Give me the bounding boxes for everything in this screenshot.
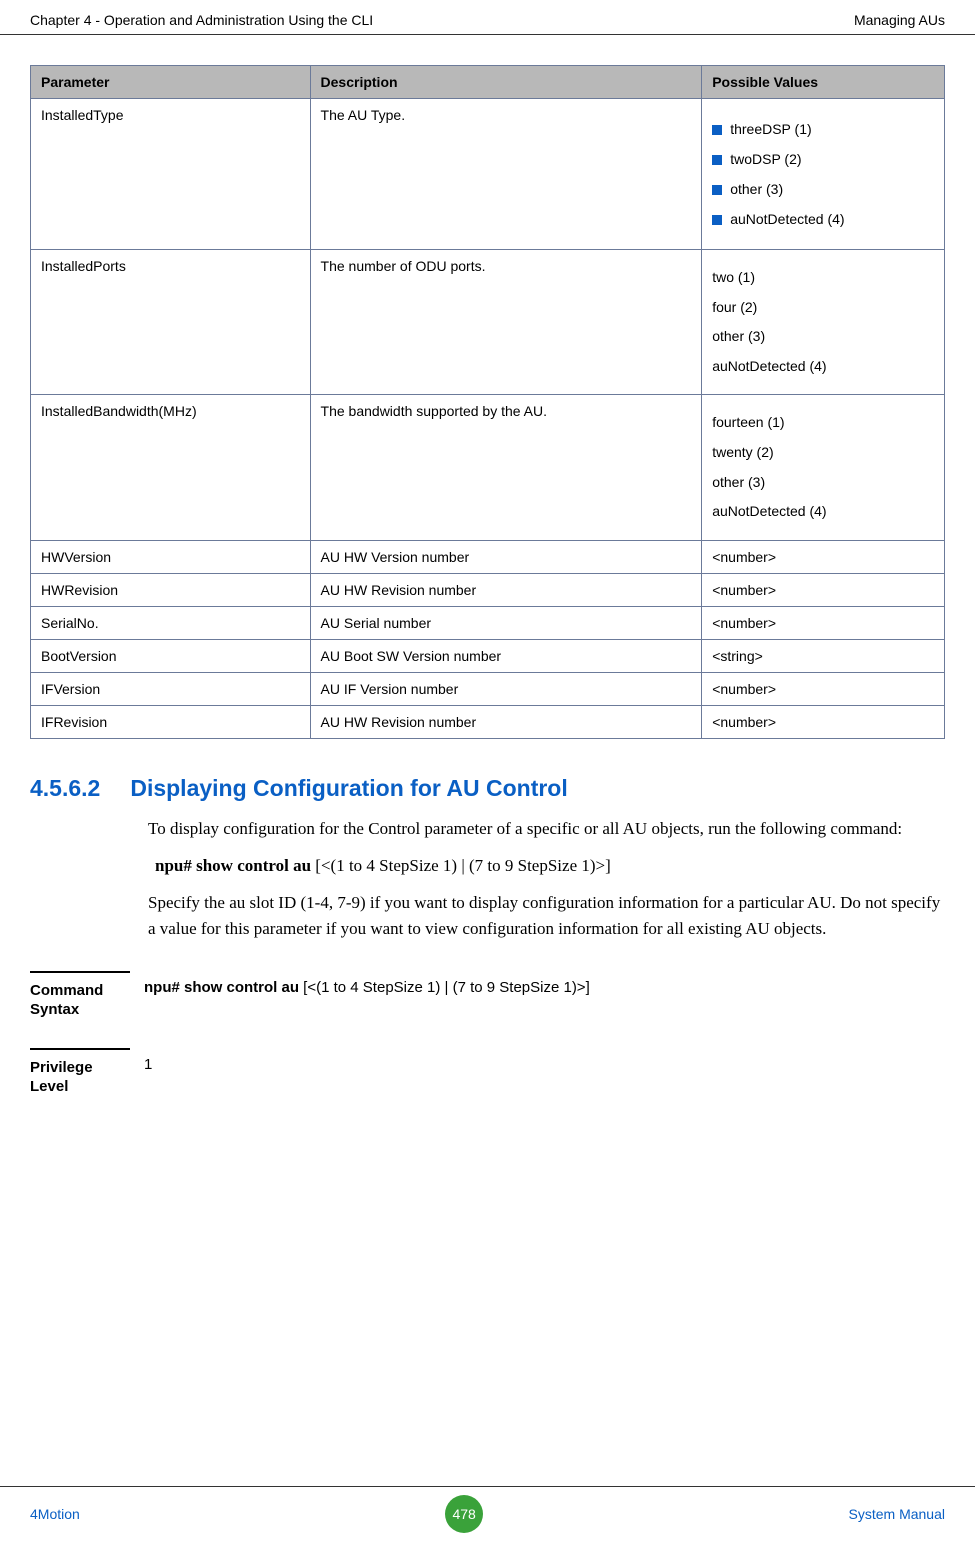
parameter-table: Parameter Description Possible Values In…	[30, 65, 945, 739]
cell-param: SerialNo.	[31, 606, 311, 639]
cell-values: two (1) four (2) other (3) auNotDetected…	[702, 250, 945, 395]
cell-values: <number>	[702, 540, 945, 573]
section-paragraph: Specify the au slot ID (1-4, 7-9) if you…	[148, 890, 945, 943]
value-item: twenty (2)	[712, 443, 934, 463]
block-value: npu# show control au [<(1 to 4 StepSize …	[144, 971, 945, 996]
table-row: InstalledType The AU Type. threeDSP (1) …	[31, 99, 945, 250]
cell-desc: AU HW Revision number	[310, 705, 702, 738]
block-value: 1	[144, 1048, 945, 1073]
command-syntax-block: Command Syntax npu# show control au [<(1…	[30, 971, 945, 1020]
command-bold: npu# show control au	[155, 856, 311, 875]
cell-desc: The number of ODU ports.	[310, 250, 702, 395]
section-number: 4.5.6.2	[30, 775, 100, 802]
section-title: Displaying Configuration for AU Control	[130, 775, 567, 802]
footer-right: System Manual	[849, 1506, 945, 1522]
block-label-col: Command Syntax	[30, 971, 130, 1020]
table-row: IFVersion AU IF Version number <number>	[31, 672, 945, 705]
cell-param: InstalledBandwidth(MHz)	[31, 395, 311, 540]
page-number: 478	[445, 1495, 483, 1533]
footer-left: 4Motion	[30, 1506, 80, 1522]
cell-values: threeDSP (1) twoDSP (2) other (3) auNotD…	[702, 99, 945, 250]
cell-desc: AU IF Version number	[310, 672, 702, 705]
cell-param: BootVersion	[31, 639, 311, 672]
table-header-row: Parameter Description Possible Values	[31, 66, 945, 99]
privilege-level-block: Privilege Level 1	[30, 1048, 945, 1097]
section-paragraph: To display configuration for the Control…	[148, 816, 945, 842]
cell-param: InstalledType	[31, 99, 311, 250]
col-description: Description	[310, 66, 702, 99]
cell-desc: AU Boot SW Version number	[310, 639, 702, 672]
block-label-col: Privilege Level	[30, 1048, 130, 1097]
value-item: other (3)	[730, 181, 783, 197]
block-label: Command	[30, 981, 130, 1001]
cell-param: HWVersion	[31, 540, 311, 573]
cell-desc: AU HW Version number	[310, 540, 702, 573]
cell-values: <number>	[702, 606, 945, 639]
syntax-bold: npu# show control au	[144, 979, 299, 996]
header-right: Managing AUs	[854, 12, 945, 28]
page-header: Chapter 4 - Operation and Administration…	[0, 0, 975, 35]
table-row: HWRevision AU HW Revision number <number…	[31, 573, 945, 606]
square-bullet-icon	[712, 215, 722, 225]
value-item: four (2)	[712, 298, 934, 318]
cell-values: <number>	[702, 672, 945, 705]
cell-values: <number>	[702, 573, 945, 606]
value-item: other (3)	[712, 473, 934, 493]
square-bullet-icon	[712, 125, 722, 135]
col-parameter: Parameter	[31, 66, 311, 99]
value-item: auNotDetected (4)	[712, 502, 934, 522]
value-item: two (1)	[712, 268, 934, 288]
command-rest: [<(1 to 4 StepSize 1) | (7 to 9 StepSize…	[311, 856, 611, 875]
cell-param: HWRevision	[31, 573, 311, 606]
cell-values: fourteen (1) twenty (2) other (3) auNotD…	[702, 395, 945, 540]
table-row: BootVersion AU Boot SW Version number <s…	[31, 639, 945, 672]
page-footer: 4Motion 478 System Manual	[0, 1486, 975, 1533]
cell-desc: AU Serial number	[310, 606, 702, 639]
value-item: twoDSP (2)	[730, 151, 801, 167]
table-row: HWVersion AU HW Version number <number>	[31, 540, 945, 573]
block-label: Privilege	[30, 1058, 130, 1078]
block-label: Level	[30, 1077, 130, 1097]
cell-param: InstalledPorts	[31, 250, 311, 395]
table-row: SerialNo. AU Serial number <number>	[31, 606, 945, 639]
block-label: Syntax	[30, 1000, 130, 1020]
syntax-rest: [<(1 to 4 StepSize 1) | (7 to 9 StepSize…	[299, 979, 590, 996]
value-item: other (3)	[712, 327, 934, 347]
inline-command: npu# show control au [<(1 to 4 StepSize …	[155, 856, 945, 876]
cell-values: <number>	[702, 705, 945, 738]
cell-desc: AU HW Revision number	[310, 573, 702, 606]
value-item: auNotDetected (4)	[712, 357, 934, 377]
table-row: IFRevision AU HW Revision number <number…	[31, 705, 945, 738]
table-row: InstalledPorts The number of ODU ports. …	[31, 250, 945, 395]
cell-desc: The AU Type.	[310, 99, 702, 250]
cell-values: <string>	[702, 639, 945, 672]
cell-param: IFVersion	[31, 672, 311, 705]
cell-desc: The bandwidth supported by the AU.	[310, 395, 702, 540]
value-item: fourteen (1)	[712, 413, 934, 433]
square-bullet-icon	[712, 155, 722, 165]
main-content: Parameter Description Possible Values In…	[0, 35, 975, 1097]
square-bullet-icon	[712, 185, 722, 195]
section-heading: 4.5.6.2 Displaying Configuration for AU …	[30, 775, 945, 802]
value-item: auNotDetected (4)	[730, 211, 844, 227]
col-values: Possible Values	[702, 66, 945, 99]
value-item: threeDSP (1)	[730, 121, 811, 137]
table-row: InstalledBandwidth(MHz) The bandwidth su…	[31, 395, 945, 540]
header-left: Chapter 4 - Operation and Administration…	[30, 12, 373, 28]
cell-param: IFRevision	[31, 705, 311, 738]
